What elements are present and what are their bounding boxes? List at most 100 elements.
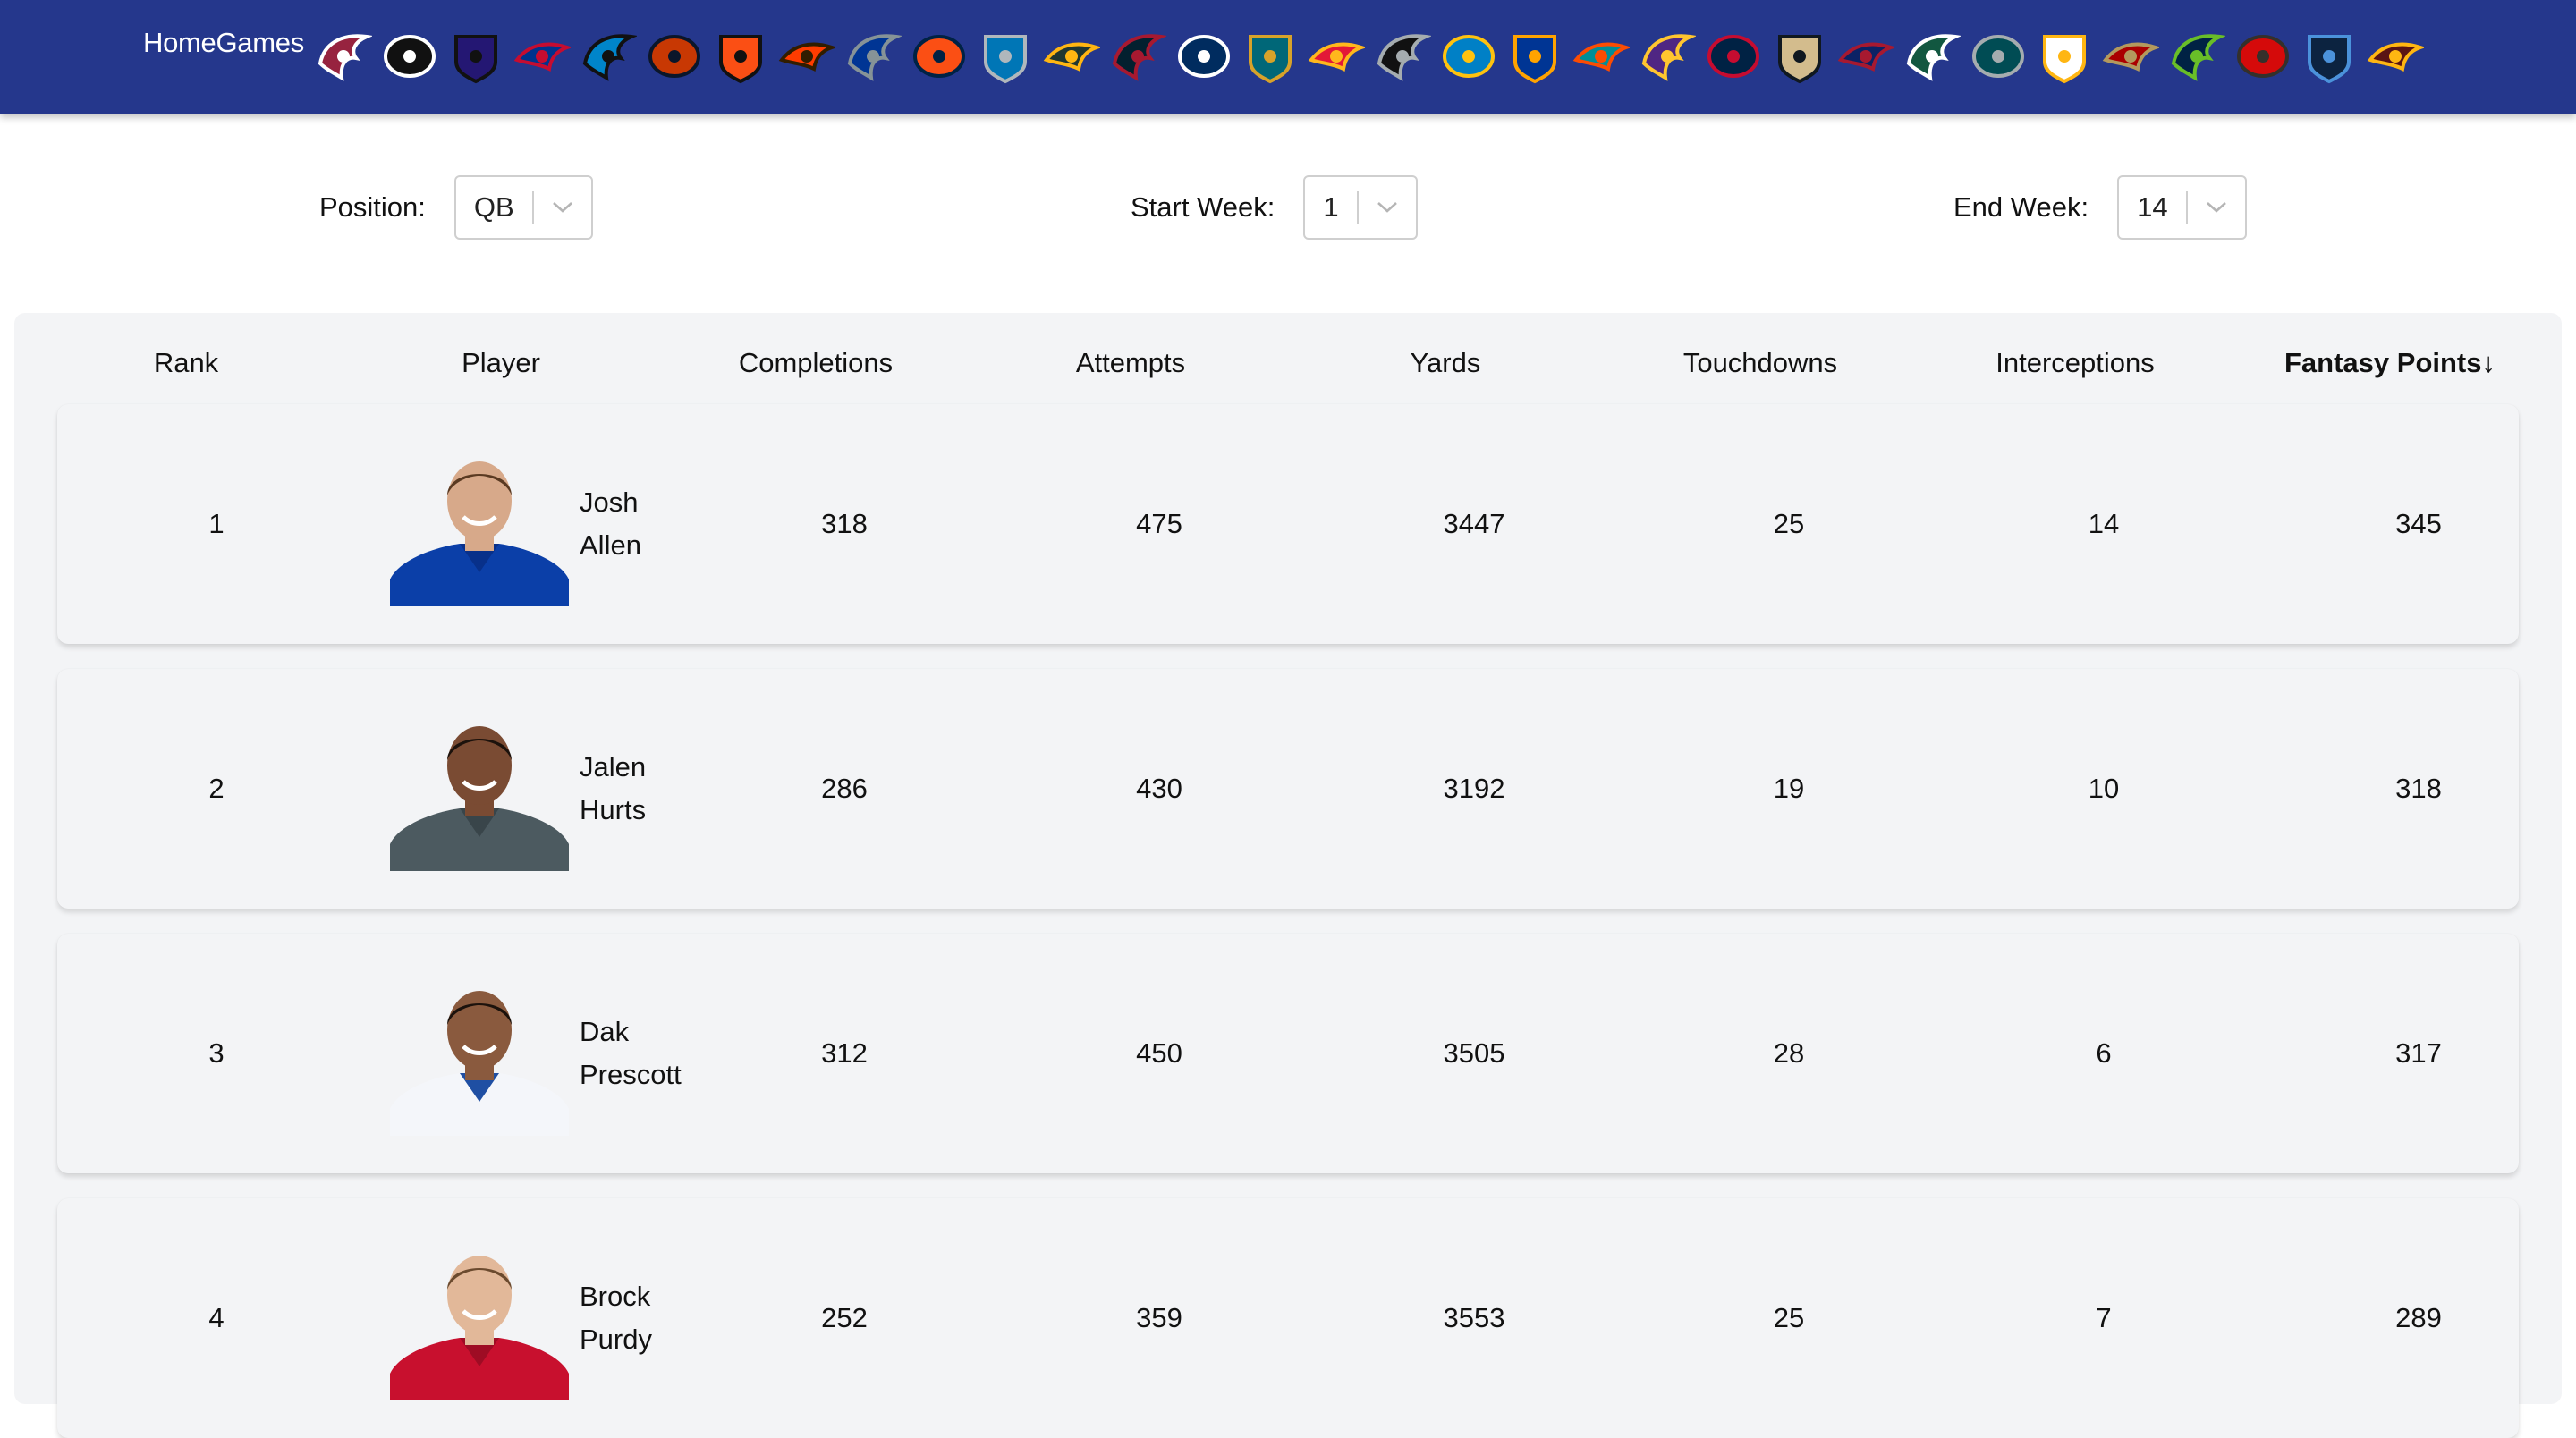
home-link[interactable]: HomeGames: [143, 27, 304, 59]
position-select[interactable]: QB: [453, 175, 593, 240]
browns-icon[interactable]: [776, 26, 837, 87]
yards-cell: 3447: [1443, 508, 1505, 539]
panthers-icon[interactable]: [578, 26, 639, 87]
jets-icon[interactable]: [1902, 26, 1962, 87]
completions-cell: 312: [821, 1037, 868, 1069]
player-name[interactable]: Brock Purdy: [580, 1275, 652, 1361]
lions-icon[interactable]: [975, 26, 1036, 87]
bills-icon[interactable]: [512, 26, 572, 87]
bengals-icon[interactable]: [710, 26, 771, 87]
attempts-cell: 430: [1136, 773, 1182, 804]
table-row[interactable]: 3 312 450 3505 28 6 317 Dak Prescott: [57, 934, 2519, 1173]
fantasy-points-cell: 289: [2395, 1302, 2442, 1333]
broncos-icon[interactable]: [909, 26, 970, 87]
rank-cell: 4: [208, 1302, 225, 1333]
position-select-value: QB: [473, 191, 514, 223]
position-filter: Position: QB: [319, 173, 593, 241]
interceptions-cell: 10: [2088, 773, 2120, 804]
titans-icon[interactable]: [2299, 26, 2360, 87]
interceptions-cell: 7: [2096, 1302, 2112, 1333]
chiefs-icon[interactable]: [1306, 26, 1367, 87]
vikings-icon[interactable]: [1637, 26, 1698, 87]
table-row[interactable]: 4 252 359 3553 25 7 289 Brock Purdy: [57, 1198, 2519, 1438]
player-first-name: Dak: [580, 1016, 630, 1047]
player-photo: [390, 719, 569, 871]
dolphins-icon[interactable]: [1571, 26, 1631, 87]
attempts-cell: 475: [1136, 508, 1182, 539]
player-last-name: Allen: [580, 529, 641, 561]
end-week-select-value: 14: [2137, 191, 2168, 223]
attempts-cell: 359: [1136, 1302, 1182, 1333]
column-header-yards[interactable]: Yards: [1411, 347, 1481, 379]
eagles-icon[interactable]: [1968, 26, 2029, 87]
giants-icon[interactable]: [1835, 26, 1896, 87]
buccaneers-icon[interactable]: [2233, 26, 2293, 87]
commanders-icon[interactable]: [2365, 26, 2426, 87]
rank-cell: 2: [208, 773, 225, 804]
rams-icon[interactable]: [1504, 26, 1565, 87]
colts-icon[interactable]: [1174, 26, 1234, 87]
player-name[interactable]: Jalen Hurts: [580, 746, 646, 832]
player-last-name: Prescott: [580, 1059, 682, 1090]
stats-table: Rank Player Completions Attempts Yards T…: [14, 313, 2562, 1438]
column-header-rank[interactable]: Rank: [154, 347, 218, 379]
packers-icon[interactable]: [1041, 26, 1102, 87]
rank-cell: 1: [208, 508, 225, 539]
player-first-name: Josh: [580, 486, 639, 518]
column-header-interceptions[interactable]: Interceptions: [1996, 347, 2155, 379]
position-label: Position:: [319, 191, 426, 223]
jaguars-icon[interactable]: [1240, 26, 1301, 87]
steelers-icon[interactable]: [2034, 26, 2095, 87]
interceptions-cell: 14: [2088, 508, 2120, 539]
table-row[interactable]: 1 318 475 3447 25 14 345 Josh Allen: [57, 404, 2519, 644]
start-week-label: Start Week:: [1131, 191, 1275, 223]
chargers-icon[interactable]: [1438, 26, 1499, 87]
touchdowns-cell: 28: [1773, 1037, 1805, 1069]
rank-cell: 3: [208, 1037, 225, 1069]
completions-cell: 318: [821, 508, 868, 539]
column-header-touchdowns[interactable]: Touchdowns: [1683, 347, 1837, 379]
team-logo-bar: [313, 23, 2431, 89]
texans-icon[interactable]: [1107, 26, 1168, 87]
seahawks-icon[interactable]: [2166, 26, 2227, 87]
column-header-completions[interactable]: Completions: [739, 347, 893, 379]
table-header: Rank Player Completions Attempts Yards T…: [14, 313, 2562, 411]
cardinals-icon[interactable]: [313, 26, 374, 87]
yards-cell: 3505: [1443, 1037, 1505, 1069]
table-row[interactable]: 2 286 430 3192 19 10 318 Jalen Hurts: [57, 669, 2519, 909]
chevron-down-icon[interactable]: [2188, 176, 2245, 239]
attempts-cell: 450: [1136, 1037, 1182, 1069]
completions-cell: 252: [821, 1302, 868, 1333]
column-header-attempts[interactable]: Attempts: [1076, 347, 1185, 379]
yards-cell: 3192: [1443, 773, 1505, 804]
column-header-player[interactable]: Player: [462, 347, 540, 379]
yards-cell: 3553: [1443, 1302, 1505, 1333]
end-week-label: End Week:: [1953, 191, 2089, 223]
interceptions-cell: 6: [2096, 1037, 2112, 1069]
raiders-icon[interactable]: [1372, 26, 1433, 87]
fantasy-points-cell: 318: [2395, 773, 2442, 804]
player-first-name: Brock: [580, 1281, 651, 1312]
player-name[interactable]: Dak Prescott: [580, 1011, 682, 1096]
saints-icon[interactable]: [1769, 26, 1830, 87]
player-name[interactable]: Josh Allen: [580, 481, 641, 567]
start-week-filter: Start Week: 1: [1131, 173, 1418, 241]
falcons-icon[interactable]: [379, 26, 440, 87]
player-first-name: Jalen: [580, 751, 647, 782]
touchdowns-cell: 19: [1773, 773, 1805, 804]
patriots-icon[interactable]: [1703, 26, 1764, 87]
end-week-filter: End Week: 14: [1953, 173, 2247, 241]
cowboys-icon[interactable]: [843, 26, 903, 87]
chevron-down-icon[interactable]: [1359, 176, 1416, 239]
end-week-select[interactable]: 14: [2117, 175, 2247, 240]
bears-icon[interactable]: [644, 26, 705, 87]
chevron-down-icon[interactable]: [534, 176, 591, 239]
player-photo: [390, 454, 569, 606]
start-week-select-value: 1: [1323, 191, 1339, 223]
ravens-icon[interactable]: [445, 26, 506, 87]
player-last-name: Purdy: [580, 1324, 652, 1355]
column-header-fantasy-points[interactable]: Fantasy Points↓: [2284, 347, 2496, 379]
fantasy-points-cell: 317: [2395, 1037, 2442, 1069]
49ers-icon[interactable]: [2100, 26, 2161, 87]
start-week-select[interactable]: 1: [1303, 175, 1418, 240]
